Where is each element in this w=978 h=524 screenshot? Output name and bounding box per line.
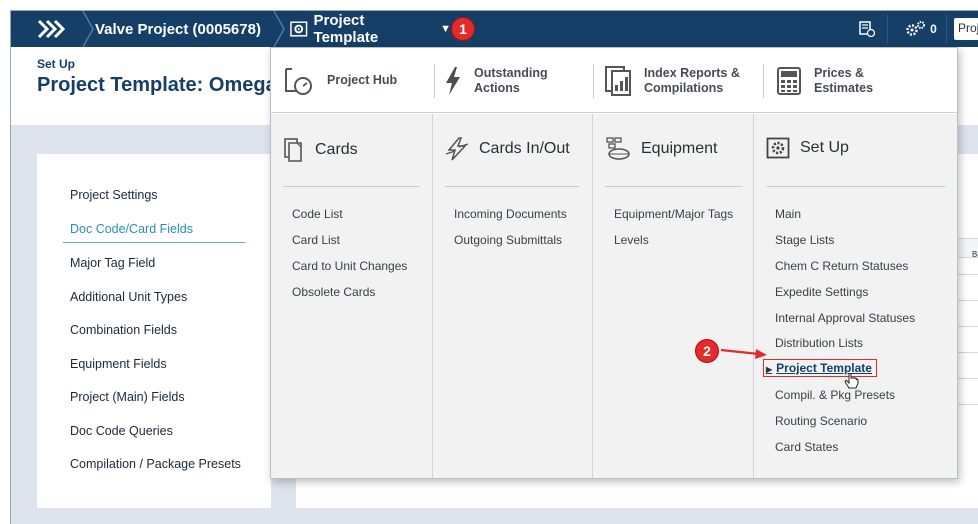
breadcrumb-separator-icon [273,11,285,47]
menu-item-obsolete-cards[interactable]: Obsolete Cards [292,285,375,299]
left-menu-item-combination-fields[interactable]: Combination Fields [70,323,177,337]
menu-index-reports-line2: Compilations [644,80,724,95]
equipment-icon [606,137,630,160]
left-settings-menu: Project Settings Doc Code/Card Fields Ma… [37,154,271,508]
mega-menu-columns: Cards Code List Card List Card to Unit C… [271,114,957,478]
menu-item-distribution-lists[interactable]: Distribution Lists [775,336,863,350]
column-cards-in-out: Cards In/Out Incoming Documents Outgoing… [432,114,592,478]
left-menu-item-project-settings[interactable]: Project Settings [70,188,158,202]
menu-item-chem-c-return-statuses[interactable]: Chem C Return Statuses [775,259,908,273]
menu-prices-estimates[interactable]: Prices & Estimates [776,48,873,113]
breadcrumb-separator-icon [82,11,94,47]
column-equipment-title: Equipment [641,140,718,157]
column-cards-in-out-title: Cards In/Out [479,140,570,157]
column-rule [283,186,420,187]
menu-prices-estimates-label: Prices & Estimates [814,66,873,96]
setup-gear-box-icon [290,21,308,37]
mega-menu-top-row: Project Hub Outstanding Actions Index Re… [271,48,957,113]
column-rule [605,186,742,187]
menu-index-reports[interactable]: Index Reports & Compilations [604,48,740,113]
menu-item-expedite-settings[interactable]: Expedite Settings [775,285,868,299]
menu-index-reports-line1: Index Reports & [644,65,740,80]
menu-item-incoming-documents[interactable]: Incoming Documents [454,207,567,221]
menu-item-outgoing-submittals[interactable]: Outgoing Submittals [454,233,562,247]
selected-caret-icon: ▶ [766,365,773,374]
column-equipment: Equipment Equipment/Major Tags Levels [592,114,753,478]
menu-outstanding-actions-label: Outstanding Actions [474,66,548,96]
menu-project-hub[interactable]: Project Hub [283,48,397,113]
left-menu-item-compilation-package-presets[interactable]: Compilation / Package Presets [70,457,241,471]
column-rule [445,186,579,187]
menu-item-equipment-major-tags[interactable]: Equipment/Major Tags [614,207,733,221]
menu-outstanding-actions-line1: Outstanding [474,65,548,80]
callout-badge-1: 1 [451,17,475,41]
gears-count: 0 [930,22,937,36]
toolbar-divider [946,15,947,43]
column-cards-title: Cards [315,141,358,158]
menu-outstanding-actions[interactable]: Outstanding Actions [444,48,548,113]
setup-icon [766,137,790,159]
home-chevrons-icon[interactable] [11,11,91,47]
toolbar-divider [887,15,888,43]
cards-in-out-icon [445,137,469,161]
search-input[interactable]: Proj [954,18,978,40]
column-cards-in-out-header: Cards In/Out [445,137,570,161]
left-menu-item-doc-code-card-fields[interactable]: Doc Code/Card Fields [70,222,193,236]
menu-item-main[interactable]: Main [775,207,801,221]
menu-item-internal-approval-statuses[interactable]: Internal Approval Statuses [775,311,915,325]
section-label: Set Up [37,57,76,71]
menu-project-hub-label: Project Hub [327,73,398,87]
left-menu-item-additional-unit-types[interactable]: Additional Unit Types [70,290,187,304]
gears-icon [906,21,926,36]
column-equipment-header: Equipment [605,137,718,161]
menu-item-compil-pkg-presets[interactable]: Compil. & Pkg Presets [775,388,895,402]
schedule-report-icon[interactable] [858,18,876,40]
menu-item-code-list[interactable]: Code List [292,207,343,221]
menu-outstanding-actions-line2: Actions [474,80,520,95]
top-row-divider [434,64,435,98]
lightning-icon [446,66,460,95]
menu-prices-estimates-line2: Estimates [814,80,874,95]
menu-item-levels[interactable]: Levels [614,233,649,247]
left-menu-item-major-tag-field[interactable]: Major Tag Field [70,256,155,270]
callout-arrow-icon [720,348,767,359]
top-navigation-bar: Valve Project (0005678) Project Template… [11,11,978,47]
current-page-label: Project Template [313,12,379,46]
column-set-up-header: Set Up [766,137,849,159]
menu-item-card-to-unit-changes[interactable]: Card to Unit Changes [292,259,407,273]
menu-item-card-list[interactable]: Card List [292,233,340,247]
app-frame: Valve Project (0005678) Project Template… [10,10,978,524]
menu-index-reports-label: Index Reports & Compilations [644,66,740,96]
top-row-divider [593,64,594,98]
settings-gears-button[interactable]: 0 [899,18,943,40]
page-title: Project Template: Omega [37,74,272,96]
column-set-up: Set Up Main Stage Lists Chem C Return St… [753,114,957,478]
left-menu-item-doc-code-queries[interactable]: Doc Code Queries [70,424,173,438]
column-set-up-title: Set Up [800,139,849,156]
column-cards: Cards Code List Card List Card to Unit C… [271,114,432,478]
column-cards-header: Cards [283,137,358,163]
cards-icon [284,138,302,162]
left-menu-item-equipment-fields[interactable]: Equipment Fields [70,357,167,371]
callout-badge-2: 2 [695,339,719,363]
project-template-mega-menu: Project Hub Outstanding Actions Index Re… [270,47,958,479]
active-item-underline [63,242,245,243]
menu-item-card-states[interactable]: Card States [775,440,838,454]
report-icon [605,65,631,96]
project-hub-icon [285,67,312,95]
project-template-dropdown[interactable]: Project Template ▼ [286,11,451,47]
top-row-divider [763,64,764,98]
left-menu-item-project-main-fields[interactable]: Project (Main) Fields [70,390,185,404]
calculator-icon [777,66,801,95]
breadcrumb-project[interactable]: Valve Project (0005678) [95,11,261,47]
table-col-fragment-2: Bo [972,250,978,259]
chevron-down-icon: ▼ [440,23,451,35]
column-rule [766,186,946,187]
menu-item-routing-scenario[interactable]: Routing Scenario [775,414,867,428]
menu-prices-estimates-line1: Prices & [814,65,865,80]
menu-item-stage-lists[interactable]: Stage Lists [775,233,834,247]
